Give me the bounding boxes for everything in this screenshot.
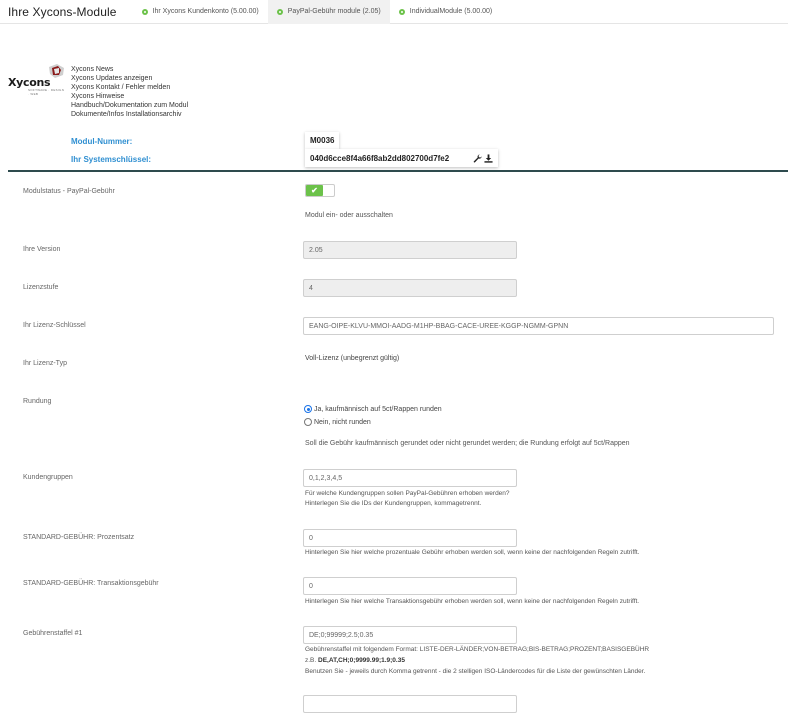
status-label: Modulstatus - PayPal-Gebühr (23, 188, 115, 195)
rounding-option-yes-label: Ja, kaufmännisch auf 5ct/Rappen runden (314, 405, 442, 413)
tier1-example-value: DE,AT,CH;0;9999.99;1.9;0.35 (318, 657, 405, 664)
link-contact[interactable]: Xycons Kontakt / Fehler melden (71, 83, 188, 92)
version-label: Ihre Version (23, 246, 61, 253)
link-updates[interactable]: Xycons Updates anzeigen (71, 74, 188, 83)
rounding-label: Rundung (23, 398, 52, 405)
logo-subtext: SOFTWARE · DESIGN · WEB (28, 88, 65, 96)
logo-emblem-icon (49, 64, 64, 78)
tier2-field[interactable] (303, 695, 517, 713)
system-key-value: 040d6cce8f4a66f8ab2dd802700d7fe2 (310, 153, 450, 163)
std-percent-help: Hinterlegen Sie hier welche prozentuale … (305, 549, 640, 556)
link-xycons-news[interactable]: Xycons News (71, 65, 188, 74)
customer-groups-help-1: Für welche Kundengruppen sollen PayPal-G… (305, 490, 510, 497)
status-toggle[interactable]: ✔ (305, 184, 335, 197)
tier1-help-example: z.B. DE,AT,CH;0;9999.99;1.9;0.35 (305, 656, 405, 666)
tier1-field[interactable]: DE;0;99999;2.5;0.35 (303, 626, 517, 644)
tab-individual-module[interactable]: IndividualModule (5.00.00) (390, 0, 502, 24)
license-type-label: Ihr Lizenz-Typ (23, 360, 67, 367)
rounding-option-no[interactable]: Nein, nicht runden (304, 418, 371, 426)
section-divider (8, 170, 788, 172)
top-bar: Ihre Xycons-Module Ihr Xycons Kundenkont… (0, 0, 788, 24)
module-number-label: Modul-Nummer: (71, 137, 133, 146)
tier1-label: Gebührenstaffel #1 (23, 630, 83, 637)
std-transaction-help: Hinterlegen Sie hier welche Transaktions… (305, 598, 640, 605)
tab-label: Ihr Xycons Kundenkonto (5.00.00) (152, 8, 259, 15)
status-dot-icon (141, 8, 148, 15)
module-header: Xycons SOFTWARE · DESIGN · WEB Xycons Ne… (0, 24, 788, 172)
license-key-label: Ihr Lizenz-Schlüssel (23, 322, 86, 329)
status-dot-icon (398, 8, 405, 15)
status-dot-icon (276, 8, 283, 15)
tier1-help-format: Gebührenstaffel mit folgendem Format: LI… (305, 646, 650, 653)
rounding-option-yes[interactable]: Ja, kaufmännisch auf 5ct/Rappen runden (304, 405, 442, 413)
std-transaction-label: STANDARD-GEBÜHR: Transaktionsgebühr (23, 580, 159, 587)
check-icon: ✔ (306, 185, 323, 196)
xycons-logo: Xycons SOFTWARE · DESIGN · WEB (8, 64, 66, 96)
page-title: Ihre Xycons-Module (8, 4, 117, 19)
customer-groups-help-2: Hinterlegen Sie die IDs der Kundengruppe… (305, 500, 482, 507)
tab-label: PayPal-Gebühr module (2.05) (287, 8, 381, 15)
radio-unchecked[interactable] (304, 418, 312, 426)
tier1-help-iso: Benutzen Sie - jeweils durch Komma getre… (305, 668, 646, 675)
system-key-box: 040d6cce8f4a66f8ab2dd802700d7fe2 (305, 149, 498, 167)
tier1-example-prefix: z.B. (305, 657, 317, 664)
status-help: Modul ein- oder ausschalten (305, 212, 393, 219)
rounding-help: Soll die Gebühr kaufmännisch gerundet od… (305, 440, 630, 447)
link-manual[interactable]: Handbuch/Dokumentation zum Modul (71, 101, 188, 110)
download-icon[interactable] (484, 153, 493, 163)
system-key-label: Ihr Systemschlüssel: (71, 155, 152, 164)
radio-checked[interactable] (304, 405, 312, 413)
license-key-field[interactable]: EANG-OIPE-KLVU-MMOI-AADG-M1HP-BBAG-CACE-… (303, 317, 774, 335)
xycons-links: Xycons News Xycons Updates anzeigen Xyco… (71, 65, 188, 120)
license-level-field: 4 (303, 279, 517, 297)
tab-customer-account[interactable]: Ihr Xycons Kundenkonto (5.00.00) (133, 0, 268, 24)
license-type-value: Voll-Lizenz (unbegrenzt gültig) (305, 355, 400, 362)
wrench-icon[interactable] (473, 153, 482, 163)
link-documents[interactable]: Dokumente/Infos Installationsarchiv (71, 110, 188, 119)
version-field: 2.05 (303, 241, 517, 259)
license-level-label: Lizenzstufe (23, 284, 59, 291)
module-number-value: M0036 (305, 132, 340, 149)
std-transaction-field[interactable]: 0 (303, 577, 517, 595)
tab-label: IndividualModule (5.00.00) (409, 8, 493, 15)
customer-groups-field[interactable]: 0,1,2,3,4,5 (303, 469, 517, 487)
std-percent-field[interactable]: 0 (303, 529, 517, 547)
rounding-option-no-label: Nein, nicht runden (314, 418, 371, 426)
customer-groups-label: Kundengruppen (23, 474, 73, 481)
tab-paypal-fee-module[interactable]: PayPal-Gebühr module (2.05) (267, 0, 390, 24)
std-percent-label: STANDARD-GEBÜHR: Prozentsatz (23, 534, 135, 541)
link-hints[interactable]: Xycons Hinweise (71, 92, 188, 101)
